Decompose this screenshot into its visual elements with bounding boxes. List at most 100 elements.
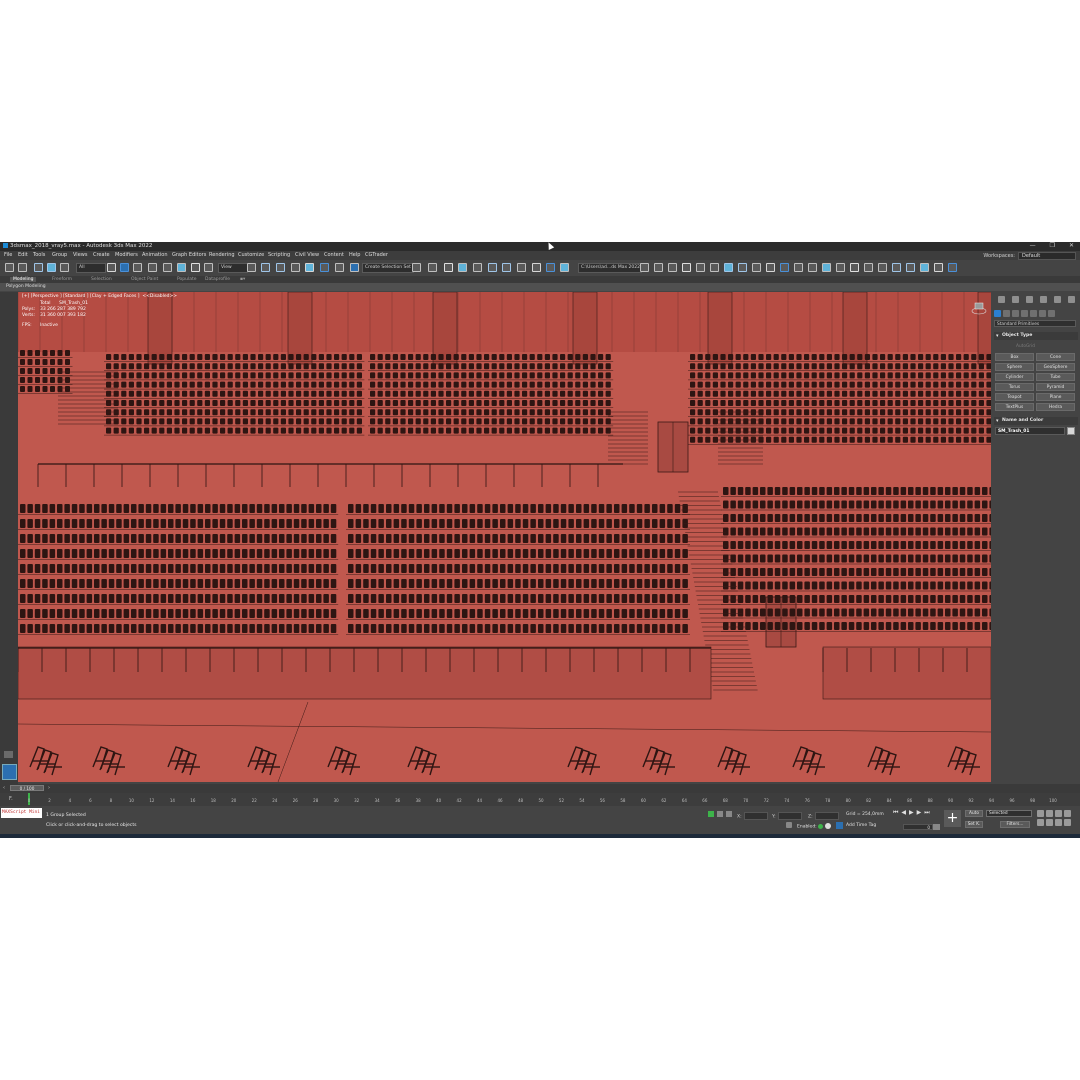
toolbar-tool-icon[interactable] (305, 263, 314, 272)
ribbon-tab-object-paint[interactable]: Object Paint (131, 277, 158, 282)
ribbon-tab-modeling[interactable]: Modeling (10, 277, 37, 282)
display-tab-icon[interactable] (1053, 296, 1061, 303)
toolbar-tool-icon[interactable] (5, 263, 14, 272)
y-coordinate-field[interactable] (777, 812, 802, 820)
systems-icon[interactable] (1048, 310, 1055, 317)
toolbar-tool-icon[interactable] (148, 263, 157, 272)
toolbar-tool-icon[interactable] (906, 263, 915, 272)
close-button[interactable]: ✕ (1069, 242, 1074, 249)
tube-button[interactable]: Tube (1036, 373, 1075, 381)
enabled-radio-icon[interactable] (824, 823, 831, 829)
trackbar-filter-icon[interactable]: F. (9, 796, 13, 802)
toolbar-tool-icon[interactable] (517, 263, 526, 272)
toolbar-tool-icon[interactable] (850, 263, 859, 272)
toolbar-tool-icon[interactable] (780, 263, 789, 272)
selection-filter-dropdown[interactable]: All (76, 263, 106, 273)
toolbar-tool-icon[interactable] (488, 263, 497, 272)
toolbar-tool-icon[interactable] (191, 263, 200, 272)
lights-icon[interactable] (1012, 310, 1019, 317)
maximize-button[interactable]: ❐ (1050, 242, 1055, 249)
name-and-color-rollout[interactable]: Name and Color (994, 417, 1078, 425)
toolbar-tool-icon[interactable] (47, 263, 56, 272)
menu-views[interactable]: Views (73, 252, 87, 258)
autogrid-checkbox[interactable]: AutoGrid (1016, 344, 1035, 349)
toolbar-tool-icon[interactable] (546, 263, 555, 272)
time-slider-prev-icon[interactable]: ‹ (3, 785, 5, 791)
toolbar-tool-icon[interactable] (18, 263, 27, 272)
object-type-rollout[interactable]: Object Type (994, 332, 1078, 340)
menu-graph-editors[interactable]: Graph Editors (172, 252, 206, 258)
toolbar-tool-icon[interactable] (892, 263, 901, 272)
ribbon-tab-freeform[interactable]: Freeform (52, 277, 72, 282)
primitive-category-dropdown[interactable]: Standard Primitives (994, 320, 1076, 327)
toolbar-tool-icon[interactable] (428, 263, 437, 272)
torus-button[interactable]: Torus (995, 383, 1034, 391)
track-bar[interactable]: F. 0 2 4 6 8 10 12 14 16 18 20 22 24 26 28 30 32 34 36 38 40… (0, 793, 1080, 806)
current-frame-field[interactable]: 0 (903, 824, 933, 830)
ribbon-tab-populate[interactable]: Populate (177, 277, 197, 282)
modify-tab-icon[interactable] (1011, 296, 1019, 303)
set-key-plus-button[interactable]: + (944, 810, 961, 827)
time-tag-icon[interactable] (836, 822, 843, 829)
maxscript-listener[interactable]: MAXScript Mini (1, 808, 42, 818)
geometry-icon[interactable] (994, 310, 1001, 317)
toolbar-tool-icon[interactable] (878, 263, 887, 272)
x-coordinate-field[interactable] (743, 812, 768, 820)
cameras-icon[interactable] (1021, 310, 1028, 317)
cylinder-button[interactable]: Cylinder (995, 373, 1034, 381)
plane-button[interactable]: Plane (1036, 393, 1075, 401)
menu-file[interactable]: File (4, 252, 12, 258)
ribbon-tab-selection[interactable]: Selection (91, 277, 112, 282)
enabled-indicator-icon[interactable] (818, 823, 824, 829)
toolbar-tool-icon[interactable] (204, 263, 213, 272)
menu-customize[interactable]: Customize (238, 252, 264, 258)
zoom-extents-all-icon[interactable] (1064, 810, 1071, 817)
toolbar-tool-icon[interactable] (458, 263, 467, 272)
motion-tab-icon[interactable] (1039, 296, 1047, 303)
menu-scripting[interactable]: Scripting (268, 252, 290, 258)
pyramid-button[interactable]: Pyramid (1036, 383, 1075, 391)
toolbar-tool-icon[interactable] (335, 263, 344, 272)
zoom-extents-icon[interactable] (1055, 810, 1062, 817)
toolbar-tool-icon[interactable] (836, 263, 845, 272)
add-time-tag[interactable]: Add Time Tag (846, 823, 876, 828)
toolbar-tool-icon[interactable] (320, 263, 329, 272)
space-warps-icon[interactable] (1039, 310, 1046, 317)
toolbar-tool-icon[interactable] (502, 263, 511, 272)
viewport-layout-icon[interactable] (2, 764, 17, 780)
teapot-button[interactable]: Teapot (995, 393, 1034, 401)
menu-civil-view[interactable]: Civil View (295, 252, 319, 258)
menu-cgtrader[interactable]: CGTrader (365, 252, 388, 258)
toolbar-tool-icon[interactable] (276, 263, 285, 272)
viewport-label-text[interactable]: [+] [Perspective ] [Standard ] [Clay + E… (22, 294, 140, 299)
toolbar-tool-icon[interactable] (864, 263, 873, 272)
menu-rendering[interactable]: Rendering (209, 252, 235, 258)
orbit-icon[interactable] (1055, 819, 1062, 826)
toolbar-tool-icon[interactable] (696, 263, 705, 272)
time-slider[interactable]: ‹ 0 / 100 › (0, 784, 1080, 793)
helpers-icon[interactable] (1030, 310, 1037, 317)
key-filters-button[interactable]: Filters... (1000, 821, 1030, 828)
create-tab-icon[interactable] (997, 296, 1005, 303)
toolbar-tool-icon[interactable] (163, 263, 172, 272)
menu-content[interactable]: Content (324, 252, 344, 258)
ribbon-tab-dataprofile[interactable]: Dataprofile (205, 277, 230, 282)
previous-frame-icon[interactable]: ◀ (901, 809, 906, 817)
absolute-mode-icon[interactable] (726, 811, 732, 817)
time-slider-handle[interactable]: 0 / 100 (10, 785, 44, 791)
go-to-end-icon[interactable]: ⏭ (924, 809, 929, 817)
object-color-swatch[interactable] (1067, 427, 1075, 435)
menu-create[interactable]: Create (93, 252, 110, 258)
geosphere-button[interactable]: GeoSphere (1036, 363, 1075, 371)
menu-tools[interactable]: Tools (33, 252, 45, 258)
ref-coord-dropdown[interactable]: View (218, 263, 248, 273)
go-to-start-icon[interactable]: ⏮ (893, 809, 898, 817)
z-coordinate-field[interactable] (814, 812, 839, 820)
toolbar-tool-icon[interactable] (724, 263, 733, 272)
viewport-label[interactable]: [+] [Perspective ] [Standard ] [Clay + E… (22, 294, 177, 299)
time-slider-next-icon[interactable]: › (48, 785, 50, 791)
toolbar-tool-icon[interactable] (682, 263, 691, 272)
zoom-icon[interactable] (1037, 810, 1044, 817)
toolbar-tool-icon[interactable] (560, 263, 569, 272)
named-selection-dropdown[interactable]: Create Selection Set (362, 263, 414, 273)
